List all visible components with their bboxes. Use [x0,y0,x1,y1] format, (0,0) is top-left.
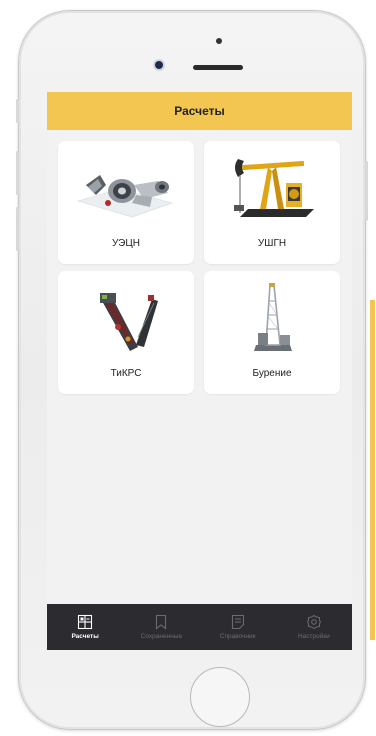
tab-nastroyki[interactable]: Настройки [276,604,352,650]
card-label: УШГН [257,238,287,249]
earpiece-speaker [193,65,243,70]
mute-switch [16,99,19,123]
side-accent-bar [370,300,375,640]
volume-up-button [16,151,19,195]
document-icon [231,614,244,630]
card-uecn[interactable]: УЭЦН [58,141,194,264]
calculator-grid: УЭЦН УШГН ТиКРС Бурение [58,141,340,394]
workover-rig-icon [100,293,158,351]
card-label: Бурение [252,368,292,379]
app-screen: Расчеты УЭЦН УШГН ТиКРС Бурение Расчеты … [47,92,352,650]
card-label: УЭЦН [112,238,140,249]
tab-label: Настройки [297,633,330,640]
pump-components-icon [76,175,174,218]
tab-raschety[interactable]: Расчеты [47,604,123,650]
grid-icon [78,614,93,630]
front-camera [155,61,163,69]
tab-label: Сохраненные [140,633,183,640]
bookmark-icon [156,614,167,630]
pumpjack-icon [234,159,314,217]
tab-spravochnik[interactable]: Справочник [200,604,276,650]
power-button [365,161,368,221]
volume-down-button [16,207,19,251]
gear-icon [306,614,321,630]
home-button[interactable] [190,667,250,727]
card-burenie[interactable]: Бурение [204,271,340,394]
card-tikrs[interactable]: ТиКРС [58,271,194,394]
card-ushgn[interactable]: УШГН [204,141,340,264]
tab-label: Расчеты [71,633,99,640]
header-bar: Расчеты [47,92,352,130]
card-label: ТиКРС [110,368,142,379]
tab-bar: Расчеты Сохраненные Справочник Настройки [47,604,352,650]
tab-label: Справочник [219,633,256,640]
page-title: Расчеты [174,104,225,118]
drilling-rig-icon [254,283,292,351]
tab-sokhranennye[interactable]: Сохраненные [123,604,199,650]
sensor-dot [216,38,222,44]
